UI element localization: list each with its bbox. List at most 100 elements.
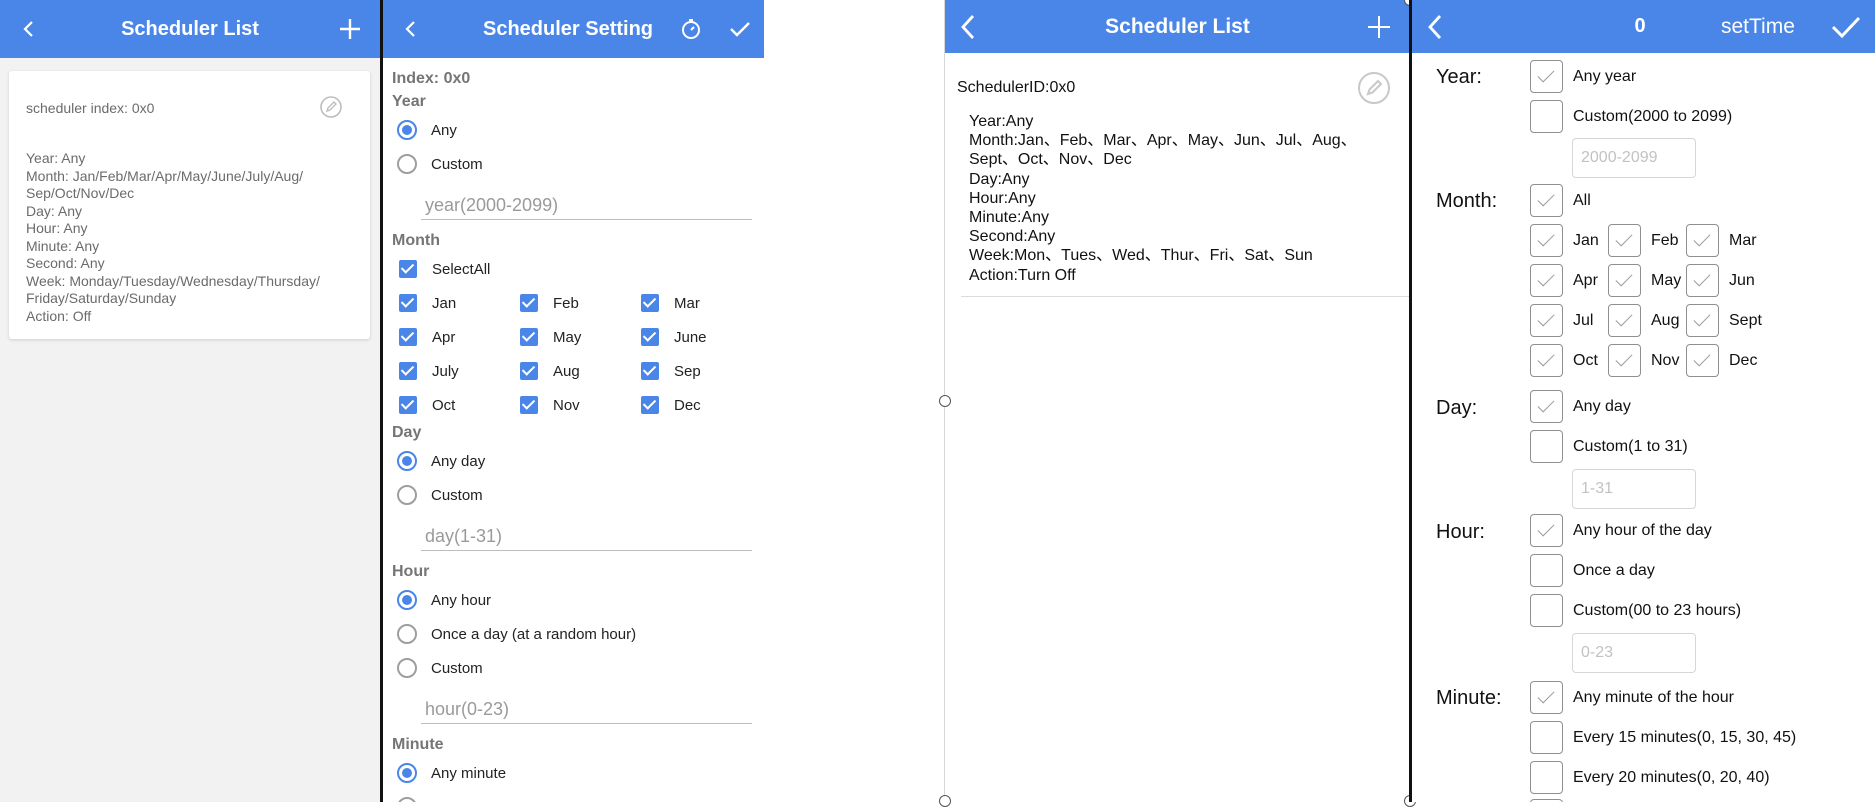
option-label: SelectAll <box>432 260 491 278</box>
month-checkbox-jan[interactable] <box>1530 224 1563 257</box>
checkbox-checked-icon <box>520 328 538 346</box>
hour-range-input[interactable]: 0-23 <box>1572 633 1696 673</box>
option-label: Sep <box>674 362 701 380</box>
check-icon <box>730 22 750 37</box>
page-title: setTime <box>1721 15 1795 38</box>
month-checkbox-jun[interactable] <box>1686 264 1719 297</box>
month-checkbox-oct[interactable] <box>1530 344 1563 377</box>
any-minute-checkbox[interactable] <box>1530 681 1563 714</box>
custom-day-checkbox[interactable] <box>1530 430 1563 463</box>
minute-any-radio[interactable]: Any minute <box>397 762 506 784</box>
hour-input[interactable]: hour(0-23) <box>421 694 752 724</box>
day-section-title: Day <box>392 424 422 441</box>
back-button[interactable] <box>1418 0 1452 53</box>
all-months-checkbox[interactable] <box>1530 184 1563 217</box>
detail-line: Hour: Any <box>26 220 88 236</box>
edit-icon[interactable] <box>319 95 343 124</box>
day-custom-radio[interactable]: Custom <box>397 484 483 506</box>
month-checkbox-jul[interactable]: July <box>399 360 459 382</box>
add-button[interactable] <box>332 0 368 58</box>
month-checkbox-nov[interactable]: Nov <box>520 394 580 416</box>
month-checkbox-jun[interactable]: June <box>641 326 707 348</box>
any-hour-checkbox[interactable] <box>1530 514 1563 547</box>
any-year-checkbox[interactable] <box>1530 60 1563 93</box>
month-checkbox-apr[interactable] <box>1530 264 1563 297</box>
option-label: Jun <box>1729 272 1755 289</box>
day-any-radio[interactable]: Any day <box>397 450 485 472</box>
year-custom-radio[interactable]: Custom <box>397 153 483 175</box>
day-range-input[interactable]: 1-31 <box>1572 469 1696 509</box>
once-a-day-checkbox[interactable] <box>1530 554 1563 587</box>
back-button[interactable] <box>951 0 985 53</box>
month-checkbox-feb[interactable] <box>1608 224 1641 257</box>
scheduler-details[interactable]: Year:Any Month:Jan、Feb、Mar、Apr、May、Jun、J… <box>969 112 1357 285</box>
option-label: All <box>1573 192 1591 209</box>
checkbox-checked-icon <box>641 294 659 312</box>
option-label: Nov <box>553 396 580 414</box>
month-checkbox-aug[interactable] <box>1608 304 1641 337</box>
custom-year-checkbox[interactable] <box>1530 100 1563 133</box>
option-label: Dec <box>1729 352 1758 369</box>
minute-next-radio[interactable] <box>397 796 431 802</box>
month-checkbox-dec[interactable]: Dec <box>641 394 701 416</box>
option-label: Custom(00 to 23 hours) <box>1573 602 1742 619</box>
option-label: Any <box>431 121 457 139</box>
month-checkbox-may[interactable] <box>1608 264 1641 297</box>
every-20-minutes-checkbox[interactable] <box>1530 761 1563 794</box>
month-checkbox-mar[interactable] <box>1686 224 1719 257</box>
option-label: Custom <box>431 486 483 504</box>
resize-handle[interactable] <box>939 395 951 407</box>
month-checkbox-jul[interactable] <box>1530 304 1563 337</box>
detail-line: Second: Any <box>26 255 105 271</box>
detail-line: Action: Off <box>26 307 92 324</box>
month-checkbox-dec[interactable] <box>1686 344 1719 377</box>
radio-selected-icon <box>397 590 417 610</box>
any-day-checkbox[interactable] <box>1530 390 1563 423</box>
hour-any-radio[interactable]: Any hour <box>397 589 491 611</box>
month-checkbox-sept[interactable] <box>1686 304 1719 337</box>
month-checkbox-nov[interactable] <box>1608 344 1641 377</box>
back-button[interactable] <box>395 0 425 58</box>
month-checkbox-may[interactable]: May <box>520 326 581 348</box>
year-input[interactable]: year(2000-2099) <box>421 190 752 220</box>
hour-section-title: Hour <box>392 563 430 580</box>
timer-button[interactable] <box>674 0 708 58</box>
option-label: Custom <box>431 155 483 173</box>
option-label: Feb <box>1651 232 1679 249</box>
year-any-radio[interactable]: Any <box>397 119 457 141</box>
radio-selected-icon <box>397 763 417 783</box>
add-button[interactable] <box>1361 0 1397 53</box>
checkbox-checked-icon <box>399 260 417 278</box>
month-checkbox-mar[interactable]: Mar <box>641 292 700 314</box>
hour-custom-radio[interactable]: Custom <box>397 657 483 679</box>
radio-icon <box>397 658 417 678</box>
month-checkbox-apr[interactable]: Apr <box>399 326 455 348</box>
select-all-checkbox[interactable]: SelectAll <box>399 258 490 280</box>
month-checkbox-aug[interactable]: Aug <box>520 360 580 382</box>
radio-selected-icon <box>397 451 417 471</box>
plus-icon <box>340 19 360 39</box>
option-label: Apr <box>1573 272 1598 289</box>
edit-icon[interactable] <box>1357 71 1391 110</box>
hour-label: Hour: <box>1436 521 1485 543</box>
month-checkbox-sep[interactable]: Sep <box>641 360 701 382</box>
day-input[interactable]: day(1-31) <box>421 521 752 551</box>
month-checkbox-oct[interactable]: Oct <box>399 394 455 416</box>
hour-once-radio[interactable]: Once a day (at a random hour) <box>397 623 636 645</box>
back-button[interactable] <box>10 0 46 58</box>
month-checkbox-jan[interactable]: Jan <box>399 292 456 314</box>
resize-handle[interactable] <box>939 795 951 807</box>
confirm-button[interactable] <box>1826 0 1866 53</box>
option-label: Custom(2000 to 2099) <box>1573 108 1733 125</box>
option-label: Apr <box>432 328 456 346</box>
custom-hour-checkbox[interactable] <box>1530 594 1563 627</box>
option-label: Oct <box>1573 352 1598 369</box>
confirm-button[interactable] <box>723 0 757 58</box>
year-range-input[interactable]: 2000-2099 <box>1572 138 1696 178</box>
every-15-minutes-checkbox[interactable] <box>1530 721 1563 754</box>
scheduler-card[interactable]: scheduler index: 0x0 Year: Any Month: Ja… <box>9 71 370 339</box>
scheduler-setting-panel: Scheduler Setting Index: 0x0 Year Any Cu… <box>383 0 764 802</box>
month-checkbox-feb[interactable]: Feb <box>520 292 579 314</box>
option-label: Nov <box>1651 352 1680 369</box>
checkbox-checked-icon <box>520 396 538 414</box>
